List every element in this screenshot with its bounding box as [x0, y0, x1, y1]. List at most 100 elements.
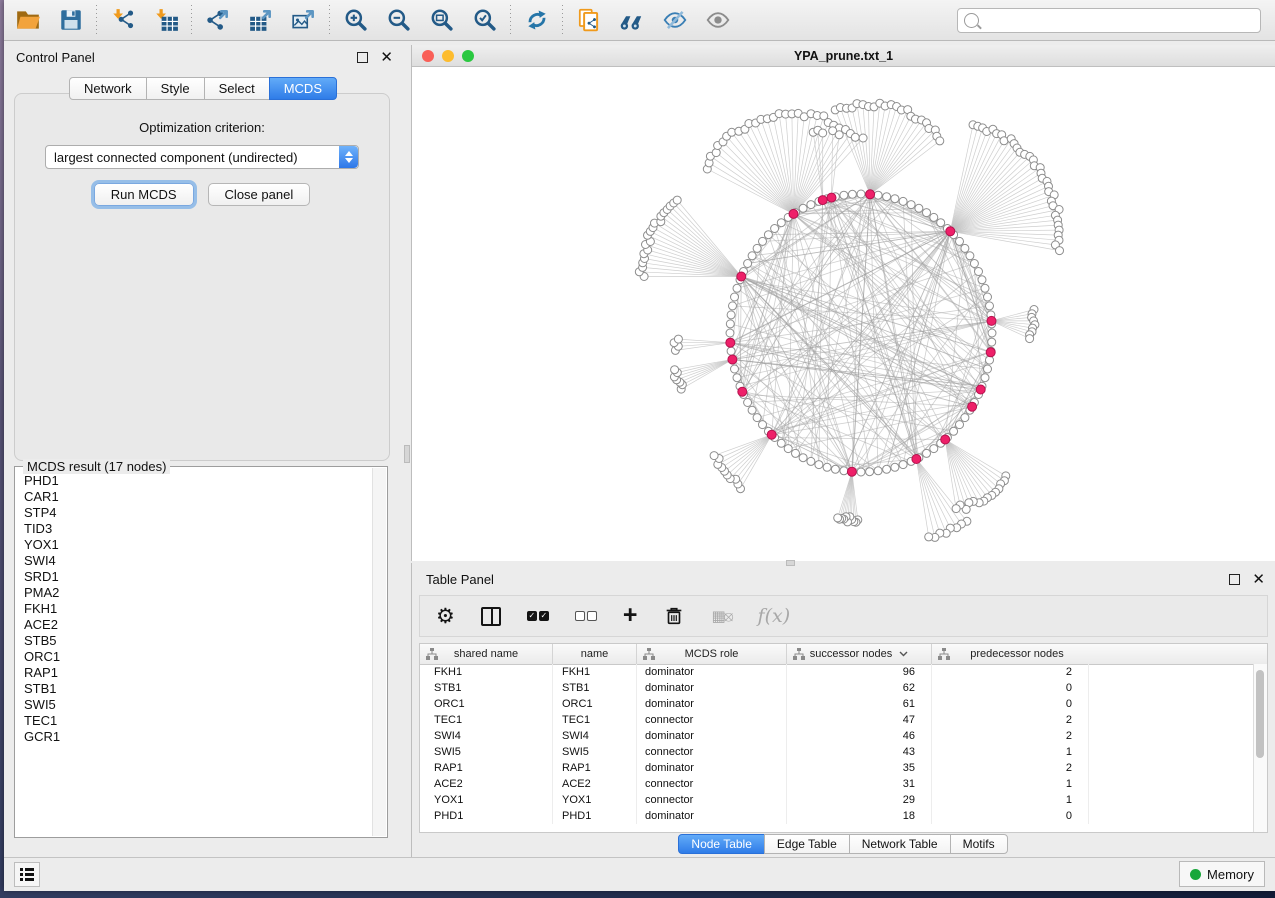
- mcds-result-item[interactable]: STP4: [24, 505, 373, 521]
- criterion-select[interactable]: largest connected component (undirected): [45, 145, 359, 169]
- show-graphics-details-icon[interactable]: [704, 7, 731, 34]
- mcds-result-item[interactable]: SWI5: [24, 697, 373, 713]
- table-row[interactable]: SWI5SWI5connector431: [420, 744, 1254, 760]
- tab-mcds[interactable]: MCDS: [269, 77, 337, 100]
- column-header-name[interactable]: name: [553, 644, 637, 664]
- export-image-icon[interactable]: [290, 7, 317, 34]
- cell: FKH1: [420, 664, 553, 680]
- zoom-in-icon[interactable]: [342, 7, 369, 34]
- cell: TEC1: [420, 712, 553, 728]
- close-window-icon[interactable]: [422, 50, 434, 62]
- open-folder-icon[interactable]: [14, 7, 41, 34]
- save-icon[interactable]: [57, 7, 84, 34]
- table-row[interactable]: FKH1FKH1dominator962: [420, 664, 1254, 680]
- mcds-result-item[interactable]: STB1: [24, 681, 373, 697]
- close-table-panel-icon[interactable]: ✕: [1252, 572, 1265, 587]
- table-row[interactable]: SWI4SWI4dominator462: [420, 728, 1254, 744]
- search-box[interactable]: [957, 8, 1261, 33]
- mcds-result-list[interactable]: PHD1CAR1STP4TID3YOX1SWI4SRD1PMA2FKH1ACE2…: [16, 468, 373, 836]
- vertical-splitter[interactable]: [403, 41, 411, 857]
- tab-style[interactable]: Style: [146, 77, 205, 100]
- optimization-criterion-label: Optimization criterion:: [15, 120, 389, 135]
- table-settings-icon[interactable]: ⚙: [436, 606, 455, 627]
- close-panel-button[interactable]: Close panel: [208, 183, 311, 206]
- mcds-result-item[interactable]: RAP1: [24, 665, 373, 681]
- table-scrollbar[interactable]: [1253, 664, 1267, 832]
- zoom-fit-icon[interactable]: [428, 7, 455, 34]
- table-scrollbar-thumb[interactable]: [1256, 670, 1264, 758]
- cell: RAP1: [420, 760, 553, 776]
- float-table-panel-icon[interactable]: [1229, 574, 1240, 585]
- minimize-window-icon[interactable]: [442, 50, 454, 62]
- import-table-icon[interactable]: [152, 7, 179, 34]
- cell: 31: [787, 776, 932, 792]
- mcds-result-item[interactable]: YOX1: [24, 537, 373, 553]
- mcds-result-item[interactable]: PHD1: [24, 473, 373, 489]
- function-builder-icon: f(x): [758, 605, 791, 627]
- cell: dominator: [637, 760, 787, 776]
- mcds-result-item[interactable]: STB5: [24, 633, 373, 649]
- table-row[interactable]: ORC1ORC1dominator610: [420, 696, 1254, 712]
- tab-select[interactable]: Select: [204, 77, 270, 100]
- mcds-result-item[interactable]: GCR1: [24, 729, 373, 745]
- select-stepper-icon: [339, 146, 358, 168]
- mcds-result-item[interactable]: ORC1: [24, 649, 373, 665]
- column-header-predecessor-nodes[interactable]: predecessor nodes: [932, 644, 1102, 664]
- column-header-successor-nodes[interactable]: successor nodes: [787, 644, 932, 664]
- tab-node-table[interactable]: Node Table: [678, 834, 765, 854]
- table-row[interactable]: RAP1RAP1dominator352: [420, 760, 1254, 776]
- float-panel-icon[interactable]: [357, 52, 368, 63]
- search-input[interactable]: [985, 12, 1254, 28]
- mcds-result-item[interactable]: PMA2: [24, 585, 373, 601]
- import-network-icon[interactable]: [109, 7, 136, 34]
- table-row[interactable]: PHD1PHD1dominator180: [420, 808, 1254, 824]
- memory-button[interactable]: Memory: [1179, 861, 1265, 887]
- status-bar: Memory: [4, 857, 1275, 891]
- control-panel-tabs: NetworkStyleSelectMCDS: [4, 77, 403, 100]
- mcds-result-item[interactable]: SRD1: [24, 569, 373, 585]
- select-all-columns-icon[interactable]: ✓✓: [527, 611, 549, 621]
- mcds-tab-content: Optimization criterion: largest connecte…: [14, 93, 390, 461]
- export-table-icon[interactable]: [247, 7, 274, 34]
- mcds-result-item[interactable]: SWI4: [24, 553, 373, 569]
- mcds-list-scrollbar[interactable]: [372, 468, 386, 836]
- mcds-result-item[interactable]: ACE2: [24, 617, 373, 633]
- create-column-icon[interactable]: +: [623, 603, 638, 628]
- mcds-result-item[interactable]: TEC1: [24, 713, 373, 729]
- delete-columns-icon[interactable]: [663, 605, 685, 627]
- column-header-shared-name[interactable]: shared name: [420, 644, 553, 664]
- clone-network-icon[interactable]: [575, 7, 602, 34]
- search-network-icon[interactable]: [618, 7, 645, 34]
- export-network-icon[interactable]: [204, 7, 231, 34]
- tab-motifs[interactable]: Motifs: [950, 834, 1008, 854]
- table-row[interactable]: STB1STB1dominator620: [420, 680, 1254, 696]
- refresh-view-icon[interactable]: [523, 7, 550, 34]
- mcds-result-item[interactable]: CAR1: [24, 489, 373, 505]
- zoom-selected-icon[interactable]: [471, 7, 498, 34]
- table-row[interactable]: YOX1YOX1connector291: [420, 792, 1254, 808]
- tab-network[interactable]: Network: [69, 77, 147, 100]
- cell: ORC1: [553, 696, 637, 712]
- tab-edge-table[interactable]: Edge Table: [764, 834, 850, 854]
- horizontal-splitter-handle[interactable]: [786, 560, 795, 566]
- close-panel-icon[interactable]: ✕: [380, 50, 393, 65]
- cell: 47: [787, 712, 932, 728]
- task-history-button[interactable]: [14, 862, 40, 887]
- zoom-out-icon[interactable]: [385, 7, 412, 34]
- cell-filler: [1089, 760, 1254, 776]
- unselect-all-columns-icon[interactable]: [575, 611, 597, 621]
- network-graph[interactable]: [412, 67, 1274, 561]
- network-canvas[interactable]: [412, 67, 1275, 561]
- mcds-result-item[interactable]: TID3: [24, 521, 373, 537]
- run-mcds-button[interactable]: Run MCDS: [94, 183, 194, 206]
- table-row[interactable]: ACE2ACE2connector311: [420, 776, 1254, 792]
- cell: dominator: [637, 664, 787, 680]
- column-header-MCDS-role[interactable]: MCDS role: [637, 644, 787, 664]
- mcds-result-item[interactable]: FKH1: [24, 601, 373, 617]
- table-row[interactable]: TEC1TEC1connector472: [420, 712, 1254, 728]
- tab-network-table[interactable]: Network Table: [849, 834, 951, 854]
- table-panel: Table Panel ✕ ⚙ ✓✓ + ▦⦻ f(x) shared name…: [411, 563, 1275, 857]
- hide-graphics-details-icon[interactable]: [661, 7, 688, 34]
- maximize-window-icon[interactable]: [462, 50, 474, 62]
- show-columns-icon[interactable]: [481, 607, 501, 626]
